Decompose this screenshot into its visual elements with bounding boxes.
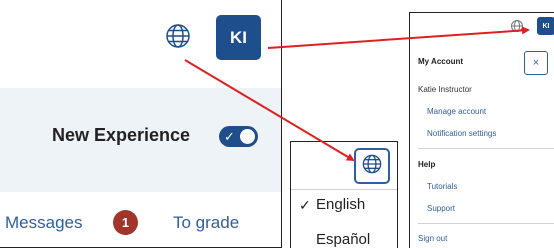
new-experience-label: New Experience	[52, 125, 191, 145]
menu-divider	[418, 148, 554, 149]
manage-account-link[interactable]: Manage account	[427, 107, 486, 116]
globe-icon	[361, 153, 383, 180]
tab-messages[interactable]: Messages	[5, 213, 82, 233]
globe-icon[interactable]	[164, 22, 192, 50]
messages-count-badge: 1	[113, 210, 138, 235]
globe-icon[interactable]	[510, 19, 524, 33]
help-heading: Help	[418, 160, 436, 169]
language-label: English	[316, 196, 366, 213]
new-experience-row: New Experience ✓	[0, 88, 281, 192]
account-menu-panel: KI My Account × Katie Instructor Manage …	[409, 12, 554, 248]
close-button[interactable]: ×	[524, 51, 548, 75]
checkmark-icon: ✓	[224, 129, 235, 144]
main-header-panel: KI New Experience ✓ Messages 1 To grade	[0, 0, 282, 248]
tutorials-link[interactable]: Tutorials	[427, 182, 457, 191]
menu-divider	[418, 223, 554, 224]
sign-out-link[interactable]: Sign out	[418, 234, 447, 243]
new-experience-toggle[interactable]: ✓	[219, 126, 258, 147]
account-dropdown: My Account × Katie Instructor Manage acc…	[410, 43, 554, 248]
toggle-knob	[240, 129, 255, 144]
user-avatar-button[interactable]: KI	[216, 15, 261, 60]
language-option-english[interactable]: ✓ English	[291, 192, 397, 222]
notification-settings-link[interactable]: Notification settings	[427, 129, 496, 138]
tab-to-grade[interactable]: To grade	[173, 213, 239, 233]
checkmark-icon: ✓	[299, 197, 311, 213]
user-name: Katie Instructor	[418, 85, 472, 94]
close-icon: ×	[532, 56, 540, 69]
my-account-heading: My Account	[418, 57, 464, 66]
support-link[interactable]: Support	[427, 204, 455, 213]
user-avatar-button[interactable]: KI	[537, 17, 554, 35]
language-option-espanol[interactable]: Español	[316, 231, 370, 248]
language-menu-panel: ✓ English Español	[290, 141, 398, 248]
language-button[interactable]	[354, 148, 390, 184]
menu-divider	[291, 189, 397, 190]
